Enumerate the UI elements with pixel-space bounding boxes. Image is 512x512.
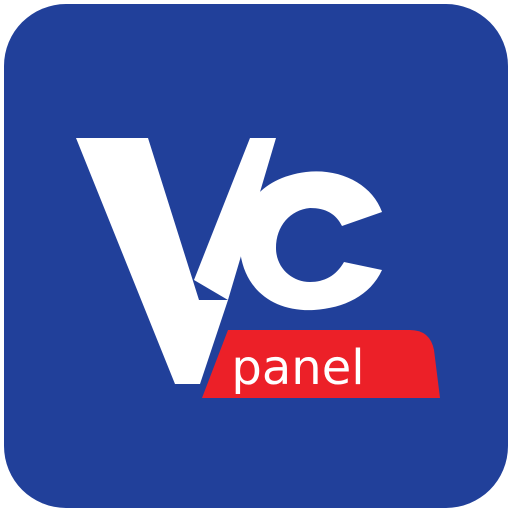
app-icon-stage: panel (0, 0, 512, 512)
app-icon[interactable]: panel (0, 0, 512, 512)
panel-tag-text: panel (231, 340, 364, 396)
